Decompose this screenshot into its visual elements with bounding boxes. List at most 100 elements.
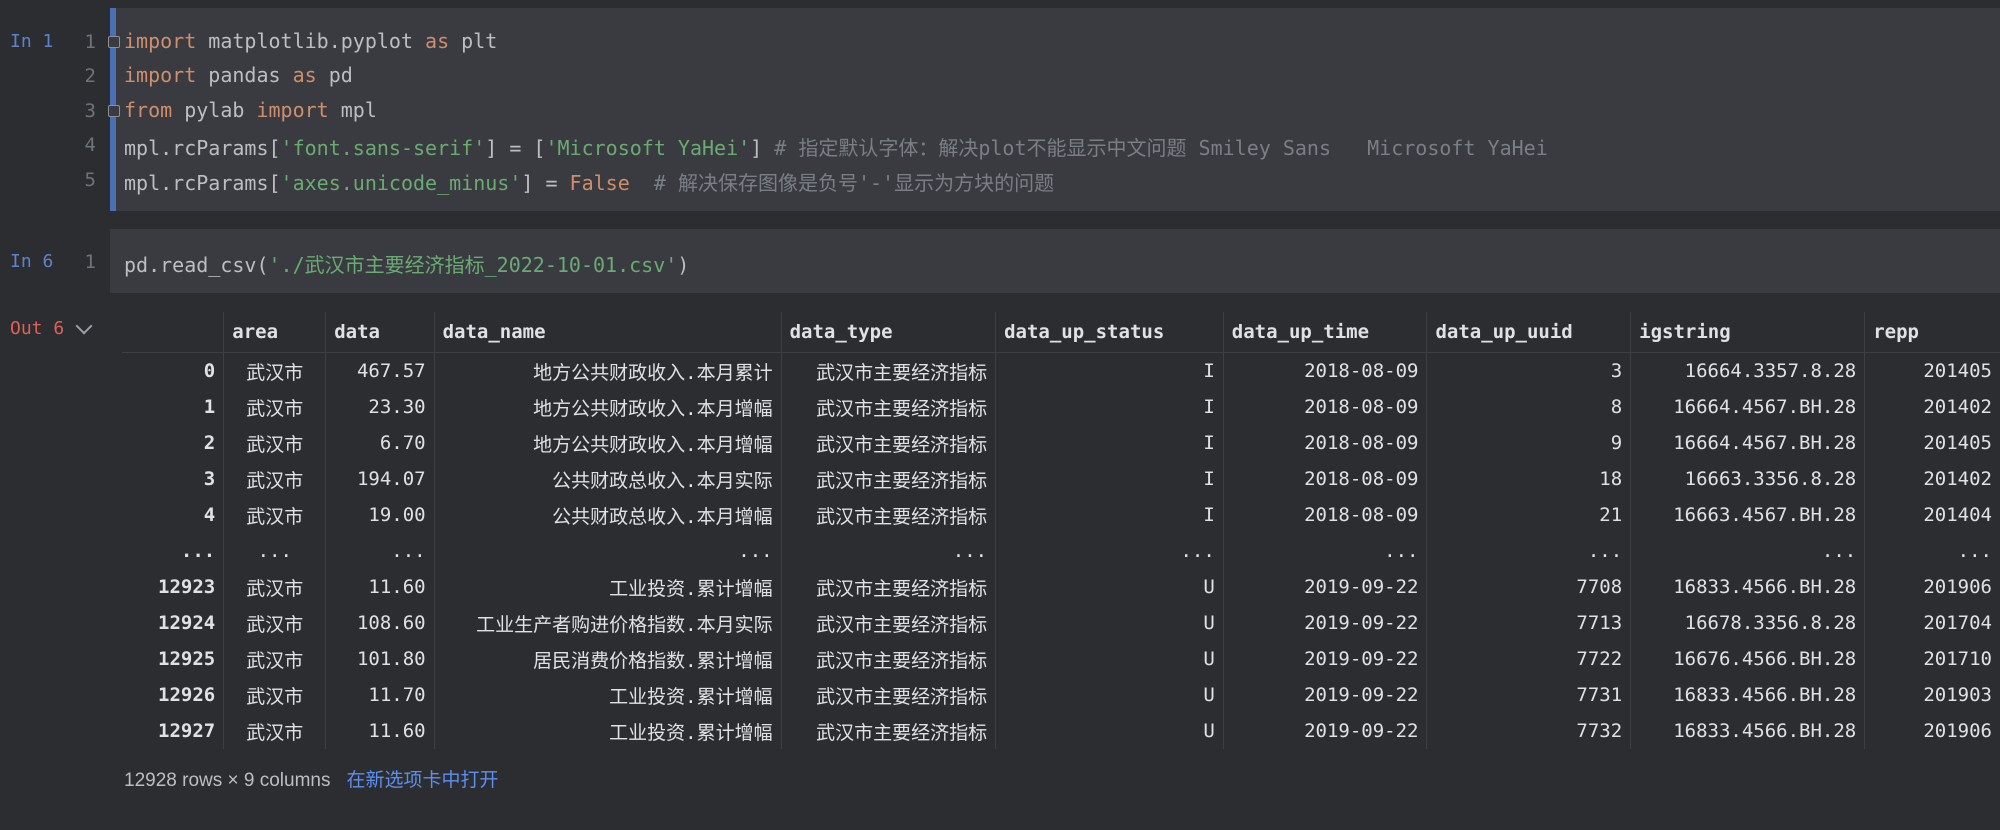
table-cell: ... <box>1957 540 1992 562</box>
table-cell: 7731 <box>1426 677 1632 713</box>
open-in-new-tab-link[interactable]: 在新选项卡中打开 <box>346 770 498 791</box>
table-cell: 武汉市主要经济指标 <box>781 569 997 605</box>
table-cell: I <box>995 425 1224 461</box>
table-cell: 工业生产者购进价格指数.本月实际 <box>434 605 782 641</box>
table-cell: 201906 <box>1923 576 1992 598</box>
table-cell: I <box>995 352 1224 389</box>
table-cell: 7722 <box>1426 641 1632 677</box>
table-cell: 工业投资.累计增幅 <box>434 677 782 713</box>
table-cell: 201404 <box>1923 504 1992 526</box>
table-row: 12925 武汉市 101.80 居民消费价格指数.累计增幅 武汉市主要经济指标 U 201… <box>122 641 2000 677</box>
table-cell: ... <box>223 533 327 569</box>
chevron-down-icon[interactable] <box>75 317 93 335</box>
column-header[interactable]: data_up_uuid <box>1426 312 1632 353</box>
table-cell: ... <box>325 533 435 569</box>
column-header[interactable]: data_up_time <box>1223 312 1428 353</box>
table-cell: 2018-08-09 <box>1223 497 1428 533</box>
column-header[interactable]: data <box>325 312 435 353</box>
table-cell: 16678.3356.8.28 <box>1630 605 1866 641</box>
column-header[interactable]: data_type <box>781 312 997 353</box>
output-prompt: Out 6 <box>10 318 65 339</box>
table-cell: 2018-08-09 <box>1223 461 1428 497</box>
column-header[interactable]: data_name <box>434 312 782 353</box>
dataframe-table: area data data_name data_type data_up_st… <box>122 312 2000 749</box>
table-cell: 7732 <box>1426 713 1632 749</box>
column-header[interactable] <box>122 312 225 353</box>
row-index-cell: 12924 <box>122 605 225 641</box>
fold-icon[interactable] <box>108 105 120 117</box>
table-cell: 3 <box>1426 352 1632 389</box>
table-cell: 19.00 <box>325 497 435 533</box>
table-cell: U <box>995 641 1224 677</box>
table-cell: 8 <box>1426 389 1632 425</box>
table-cell: 武汉市主要经济指标 <box>781 605 997 641</box>
table-cell: 201906 <box>1923 720 1992 742</box>
table-cell: 467.57 <box>325 352 435 389</box>
row-index-cell: 2 <box>122 425 225 461</box>
column-header[interactable]: igstring <box>1630 312 1866 353</box>
table-cell: 6.70 <box>325 425 435 461</box>
table-cell: 21 <box>1426 497 1632 533</box>
table-cell: 201402 <box>1923 396 1992 418</box>
table-cell: 武汉市 <box>223 677 327 713</box>
table-cell: ... <box>1630 533 1866 569</box>
table-cell: 武汉市主要经济指标 <box>781 461 997 497</box>
table-cell: 9 <box>1426 425 1632 461</box>
row-index-cell: 12925 <box>122 641 225 677</box>
table-cell: 2019-09-22 <box>1223 713 1428 749</box>
code-line: import pandas as pd <box>124 63 353 87</box>
table-cell: ... <box>995 533 1224 569</box>
table-cell: 武汉市 <box>223 713 327 749</box>
table-cell: 武汉市 <box>223 569 327 605</box>
table-cell: 108.60 <box>325 605 435 641</box>
table-row: 12923 武汉市 11.60 工业投资.累计增幅 武汉市主要经济指标 U 2019-09-… <box>122 569 2000 605</box>
table-row: 4 武汉市 19.00 公共财政总收入.本月增幅 武汉市主要经济指标 I 2018-08-0… <box>122 497 2000 533</box>
table-cell: 101.80 <box>325 641 435 677</box>
table-cell: 16664.4567.BH.28 <box>1630 389 1866 425</box>
code-line: from pylab import mpl <box>124 98 377 122</box>
table-row: 1 武汉市 23.30 地方公共财政收入.本月增幅 武汉市主要经济指标 I 2018-08-… <box>122 389 2000 425</box>
table-cell: 201710 <box>1923 648 1992 670</box>
row-index-cell: 12923 <box>122 569 225 605</box>
table-row: 12927 武汉市 11.60 工业投资.累计增幅 武汉市主要经济指标 U 2019-09-… <box>122 713 2000 749</box>
table-cell: ... <box>434 533 782 569</box>
row-count-summary: 12928 rows × 9 columns <box>124 770 331 791</box>
table-cell: 居民消费价格指数.累计增幅 <box>434 641 782 677</box>
code-line: pd.read_csv('./武汉市主要经济指标_2022-10-01.csv'… <box>124 253 690 277</box>
table-cell: 武汉市 <box>223 425 327 461</box>
table-cell: 武汉市主要经济指标 <box>781 641 997 677</box>
table-cell: 11.60 <box>325 569 435 605</box>
cell-prompt: In 6 <box>10 251 54 272</box>
table-cell: 2018-08-09 <box>1223 425 1428 461</box>
table-cell: I <box>995 389 1224 425</box>
table-cell: 201405 <box>1923 360 1992 382</box>
table-cell: 武汉市 <box>223 389 327 425</box>
table-cell: 公共财政总收入.本月增幅 <box>434 497 782 533</box>
table-cell: 201704 <box>1923 612 1992 634</box>
table-cell: 16676.4566.BH.28 <box>1630 641 1866 677</box>
table-cell: 地方公共财政收入.本月增幅 <box>434 425 782 461</box>
column-header[interactable]: repp <box>1864 312 2000 353</box>
table-cell: U <box>995 713 1224 749</box>
table-cell: 2019-09-22 <box>1223 641 1428 677</box>
table-body: 0 武汉市 467.57 地方公共财政收入.本月累计 武汉市主要经济指标 I 2018-08… <box>122 352 2000 749</box>
table-row: 12924 武汉市 108.60 工业生产者购进价格指数.本月实际 武汉市主要经济指标 U… <box>122 605 2000 641</box>
column-header[interactable]: area <box>223 312 327 353</box>
table-cell: 武汉市主要经济指标 <box>781 497 997 533</box>
table-cell: 地方公共财政收入.本月增幅 <box>434 389 782 425</box>
row-index-cell: 12926 <box>122 677 225 713</box>
table-cell: 7708 <box>1426 569 1632 605</box>
table-cell: 武汉市主要经济指标 <box>781 352 997 389</box>
table-cell: 18 <box>1426 461 1632 497</box>
table-cell: 16833.4566.BH.28 <box>1630 713 1866 749</box>
table-cell: 16663.3356.8.28 <box>1630 461 1866 497</box>
table-cell: 公共财政总收入.本月实际 <box>434 461 782 497</box>
table-cell: U <box>995 605 1224 641</box>
table-cell: 16663.4567.BH.28 <box>1630 497 1866 533</box>
table-cell: 武汉市 <box>223 605 327 641</box>
table-cell: 201903 <box>1923 684 1992 706</box>
column-header[interactable]: data_up_status <box>995 312 1224 353</box>
fold-icon[interactable] <box>108 36 120 48</box>
table-cell: U <box>995 677 1224 713</box>
row-index-cell: 0 <box>122 352 225 389</box>
